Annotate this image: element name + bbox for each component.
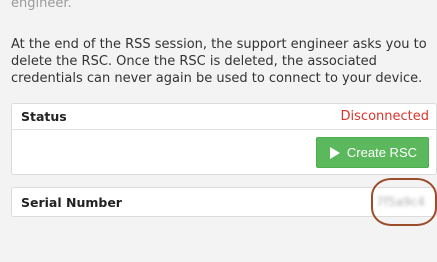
serial-number-value: 7f5a9c4	[376, 195, 425, 209]
status-label: Status	[21, 109, 67, 124]
play-icon	[329, 146, 340, 159]
intro-paragraph: At the end of the RSS session, the suppo…	[11, 37, 427, 86]
create-rsc-label: Create RSC	[346, 145, 417, 160]
status-card: Status Disconnected Create RSC	[11, 103, 437, 175]
serial-number-label: Serial Number	[21, 194, 122, 210]
previous-paragraph-tail: engineer.	[11, 0, 72, 11]
status-row: Status Disconnected	[12, 104, 436, 130]
status-value: Disconnected	[340, 109, 429, 124]
create-rsc-button[interactable]: Create RSC	[315, 137, 429, 168]
serial-number-card: Serial Number 7f5a9c4	[11, 187, 437, 217]
status-actions: Create RSC	[12, 130, 436, 175]
page: engineer. At the end of the RSS session,…	[0, 0, 437, 262]
